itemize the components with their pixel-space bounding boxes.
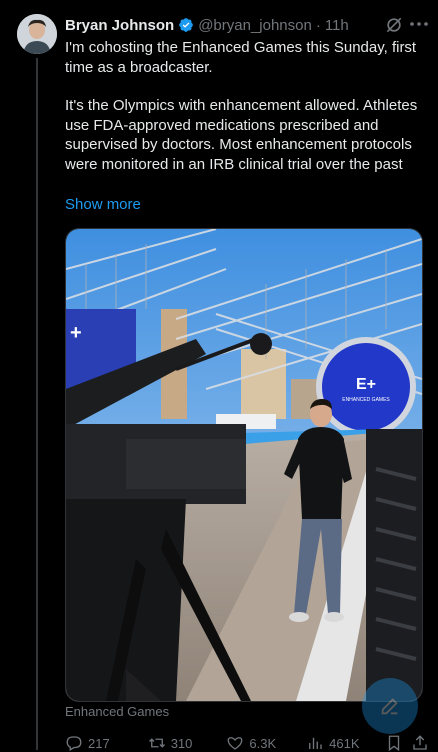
grok-icon[interactable] — [384, 15, 404, 35]
like-icon — [227, 737, 243, 750]
sign-text: ENHANCED GAMES — [342, 397, 390, 403]
action-bar: 217 310 6.3K 461K — [65, 734, 430, 752]
reply-count: 217 — [88, 735, 110, 751]
repost-button[interactable]: 310 — [148, 734, 193, 752]
media-source-label[interactable]: Enhanced Games — [65, 704, 169, 719]
separator-dot: · — [315, 16, 321, 34]
verified-badge-icon — [179, 18, 194, 32]
repost-count: 310 — [170, 735, 193, 751]
more-icon[interactable] — [408, 14, 430, 34]
post-media[interactable]: + E+ ENHANCED GAMES — [65, 228, 423, 702]
share-button[interactable] — [411, 734, 429, 752]
post-time[interactable]: 11h — [325, 17, 349, 34]
media-photo: + E+ ENHANCED GAMES — [66, 229, 422, 701]
like-button[interactable]: 6.3K — [226, 734, 276, 752]
like-count: 6.3K — [249, 735, 277, 751]
compose-icon — [381, 698, 398, 715]
share-icon — [412, 735, 427, 750]
post-text: I'm cohosting the Enhanced Games this Su… — [65, 38, 427, 193]
views-count: 461K — [329, 735, 360, 751]
views-button[interactable]: 461K — [306, 734, 360, 752]
post-paragraph: It's the Olympics with enhancement allow… — [65, 97, 418, 173]
repost-icon — [148, 738, 165, 748]
reply-button[interactable]: 217 — [65, 734, 110, 752]
author-name[interactable]: Bryan Johnson — [65, 17, 174, 34]
left-sign-plus: + — [70, 322, 82, 344]
avatar[interactable] — [17, 14, 57, 54]
post-header: Bryan Johnson @bryan_johnson · 11h — [65, 14, 428, 36]
sign-logo: E+ — [356, 376, 376, 393]
post-paragraph: I'm cohosting the Enhanced Games this Su… — [65, 39, 417, 76]
bookmark-icon — [388, 735, 399, 752]
thread-line — [36, 58, 38, 750]
views-icon — [309, 737, 322, 749]
show-more-link[interactable]: Show more — [65, 196, 141, 213]
compose-button[interactable] — [362, 678, 418, 734]
avatar-image — [17, 14, 57, 54]
bookmark-button[interactable] — [385, 734, 403, 752]
reply-icon — [66, 736, 82, 751]
author-handle[interactable]: @bryan_johnson — [198, 17, 312, 34]
